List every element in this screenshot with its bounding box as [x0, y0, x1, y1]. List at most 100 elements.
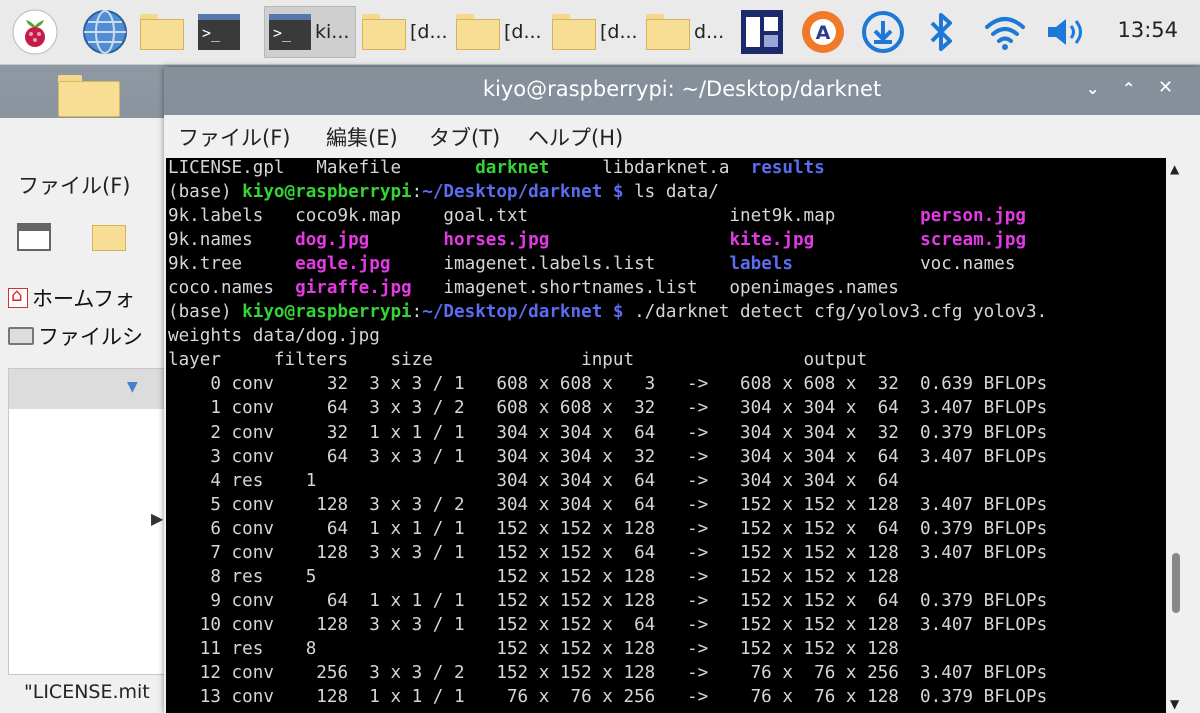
terminal-window: kiyo@raspberrypi: ~/Desktop/darknet ⌄ ⌃ …	[164, 67, 1200, 713]
terminal-text: 6 conv 64 1 x 1 / 1 152 x 152 x 128 -> 1…	[168, 518, 1048, 539]
terminal-text: darknet	[475, 158, 550, 178]
terminal-text: kite.jpg	[729, 230, 815, 251]
menu-edit[interactable]: 編集(E)	[326, 122, 398, 152]
terminal-text: ~/Desktop/darknet $	[422, 182, 624, 203]
terminal-text: voc.names	[792, 254, 1016, 275]
close-icon[interactable]: ✕	[1158, 77, 1173, 98]
terminal-text: 9k.tree	[168, 254, 296, 275]
expand-arrow-icon[interactable]: ▼	[127, 379, 138, 395]
taskbar-window-label: [d...	[410, 21, 448, 43]
directory-tree[interactable]: ▼ ▶	[8, 368, 175, 675]
fm-menu-file[interactable]: ファイル(F)	[18, 170, 130, 200]
title-bar[interactable]: kiyo@raspberrypi: ~/Desktop/darknet ⌄ ⌃ …	[164, 67, 1200, 115]
terminal-line: 3 conv 64 3 x 3 / 1 304 x 304 x 32 -> 30…	[168, 445, 1047, 469]
terminal-text: 0 conv 32 3 x 3 / 1 608 x 608 x 3 -> 608…	[168, 374, 1048, 395]
folder-icon	[552, 14, 596, 50]
terminal-text: :	[411, 182, 423, 203]
terminal-line: 10 conv 128 3 x 3 / 1 152 x 152 x 64 -> …	[168, 613, 1047, 637]
taskbar-window-folder-4[interactable]: d...	[646, 6, 736, 58]
new-folder-icon[interactable]	[92, 220, 126, 252]
terminal-text: ./darknet detect cfg/yolov3.cfg yolov3.	[623, 302, 1048, 323]
clock[interactable]: 13:54	[1117, 18, 1178, 42]
terminal-text: person.jpg	[920, 206, 1026, 227]
drive-icon	[8, 327, 34, 345]
sidebar-item-label: ファイルシ	[38, 325, 143, 349]
new-window-icon[interactable]	[17, 223, 51, 251]
taskbar-window-folder-2[interactable]: [d...	[456, 6, 548, 58]
taskbar-window-folder-3[interactable]: [d...	[552, 6, 644, 58]
terminal-line: 11 res 8 152 x 152 x 128 -> 152 x 152 x …	[168, 637, 1047, 661]
terminal-text: kiyo@raspberrypi	[242, 182, 412, 203]
tree-selected-row[interactable]	[9, 369, 174, 409]
terminal-text: 10 conv 128 3 x 3 / 1 152 x 152 x 64 -> …	[168, 614, 1048, 635]
status-bar: "LICENSE.mit	[24, 681, 150, 703]
folder-icon	[362, 14, 406, 50]
terminal-line: 2 conv 32 1 x 1 / 1 304 x 304 x 64 -> 30…	[168, 421, 1047, 445]
taskbar-window-folder-1[interactable]: [d...	[362, 6, 452, 58]
wifi-icon[interactable]	[982, 8, 1028, 56]
terminal-text: imagenet.labels.list	[390, 254, 730, 275]
terminal-text: 11 res 8 152 x 152 x 128 -> 152 x 152 x …	[168, 638, 899, 659]
terminal-text: ls data/	[623, 182, 719, 203]
terminal-text: weights data/dog.jpg	[168, 326, 380, 347]
sidebar-item-home[interactable]: ホームフォ	[8, 283, 135, 313]
terminal-text: kiyo@raspberrypi	[242, 302, 412, 323]
terminal-text: scream.jpg	[920, 230, 1027, 251]
file-manager-icon[interactable]	[140, 8, 184, 56]
scroll-down-icon[interactable]: ▼	[1170, 697, 1179, 711]
terminal-launcher-icon[interactable]: >_	[198, 8, 240, 56]
web-browser-icon[interactable]	[82, 8, 128, 56]
terminal-text: imagenet.shortnames.list openimages.name…	[411, 278, 899, 299]
terminal-line: 4 res 1 304 x 304 x 64 -> 304 x 304 x 64	[168, 469, 1047, 493]
terminal-text: 9k.names	[168, 230, 296, 251]
terminal-text: ~/Desktop/darknet $	[422, 302, 624, 323]
terminal-line: 9k.labels coco9k.map goal.txt inet9k.map…	[168, 204, 1047, 228]
scrollbar[interactable]: ▲ ▼	[1167, 158, 1200, 713]
terminal-line: 9k.names dog.jpg horses.jpg kite.jpg scr…	[168, 228, 1047, 252]
terminal-text: :	[411, 302, 423, 323]
folder-icon	[456, 14, 500, 50]
terminal-line: 9k.tree eagle.jpg imagenet.labels.list l…	[168, 252, 1047, 276]
terminal-line: weights data/dog.jpg	[168, 324, 1047, 348]
terminal-line: (base) kiyo@raspberrypi:~/Desktop/darkne…	[168, 300, 1047, 324]
raspberry-menu-icon[interactable]	[12, 8, 58, 56]
terminal-text: 1 conv 64 3 x 3 / 2 608 x 608 x 32 -> 30…	[168, 398, 1048, 419]
terminal-text: 9k.labels coco9k.map goal.txt inet9k.map	[168, 206, 921, 227]
terminal-line: 5 conv 128 3 x 3 / 2 304 x 304 x 64 -> 1…	[168, 493, 1047, 517]
collapse-arrow-icon[interactable]: ▶	[151, 509, 163, 528]
update-notifier-icon[interactable]: A	[800, 8, 846, 56]
bluetooth-icon[interactable]	[924, 8, 958, 56]
menu-help[interactable]: ヘルプ(H)	[528, 122, 623, 152]
download-icon[interactable]	[860, 8, 906, 56]
window-title: kiyo@raspberrypi: ~/Desktop/darknet	[482, 77, 882, 101]
terminal-text: giraffe.jpg	[295, 278, 412, 299]
menu-tabs[interactable]: タブ(T)	[429, 122, 500, 152]
terminal-text: (base)	[168, 302, 243, 323]
terminal-text: 8 res 5 152 x 152 x 128 -> 152 x 152 x 1…	[168, 566, 899, 587]
terminal-line: 13 conv 128 1 x 1 / 1 76 x 76 x 256 -> 7…	[168, 685, 1047, 709]
terminal-line: (base) kiyo@raspberrypi:~/Desktop/darkne…	[168, 180, 1047, 204]
terminal-line: 0 conv 32 3 x 3 / 1 608 x 608 x 3 -> 608…	[168, 372, 1047, 396]
sidebar-item-filesystem[interactable]: ファイルシ	[8, 321, 143, 351]
terminal-line: 9 conv 64 1 x 1 / 1 152 x 152 x 128 -> 1…	[168, 589, 1047, 613]
terminal-screen[interactable]: LICENSE.gpl Makefile darknet libdarknet.…	[166, 158, 1166, 713]
vnc-icon[interactable]	[740, 8, 784, 56]
taskbar-window-terminal[interactable]: >_ ki...	[264, 6, 356, 58]
maximize-icon[interactable]: ⌃	[1122, 79, 1135, 98]
svg-text:A: A	[816, 22, 831, 44]
scrollbar-thumb[interactable]	[1172, 553, 1180, 613]
terminal-text: 4 res 1 304 x 304 x 64 -> 304 x 304 x 64	[168, 470, 899, 491]
terminal-text: 9 conv 64 1 x 1 / 1 152 x 152 x 128 -> 1…	[168, 590, 1048, 611]
terminal-line: LICENSE.gpl Makefile darknet libdarknet.…	[168, 158, 1047, 180]
desktop-folder-icon[interactable]	[58, 75, 120, 117]
terminal-text: dog.jpg	[295, 230, 370, 251]
minimize-icon[interactable]: ⌄	[1086, 79, 1099, 98]
volume-icon[interactable]	[1042, 8, 1088, 56]
taskbar-window-label: d...	[694, 21, 725, 43]
terminal-text: 2 conv 32 1 x 1 / 1 304 x 304 x 64 -> 30…	[168, 422, 1048, 443]
menu-file[interactable]: ファイル(F)	[178, 122, 290, 152]
scroll-up-icon[interactable]: ▲	[1170, 162, 1179, 176]
